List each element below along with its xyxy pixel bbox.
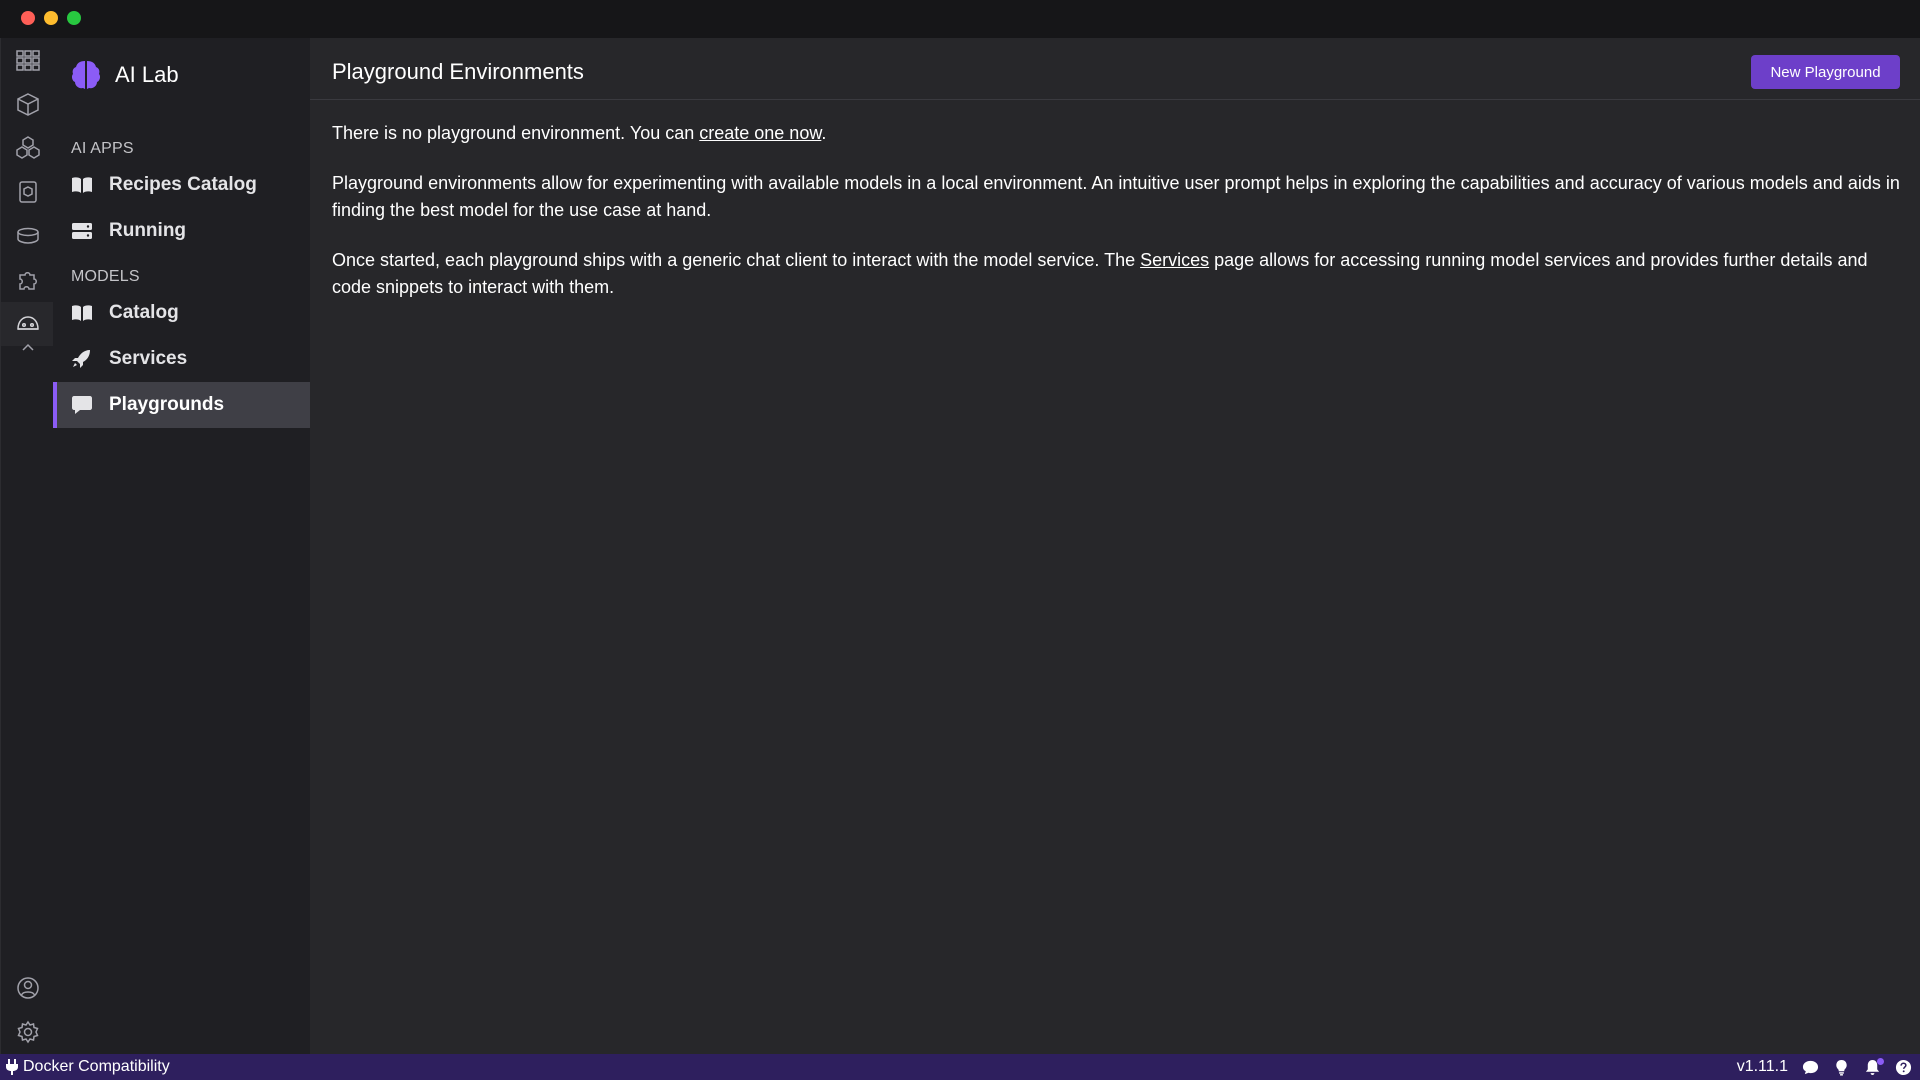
settings-icon[interactable] (1, 1010, 54, 1054)
app-title: AI Lab (115, 62, 179, 87)
create-one-now-link[interactable]: create one now (699, 123, 821, 143)
navigation-rail (0, 38, 54, 1054)
docker-compatibility-status[interactable]: Docker Compatibility (6, 1058, 170, 1076)
book-icon (71, 303, 93, 323)
images-icon[interactable] (1, 170, 54, 214)
version-label: v1.11.1 (1736, 1058, 1788, 1075)
containers-icon[interactable] (1, 82, 54, 126)
ai-lab-sidebar: AI Lab AI APPS Recipes Catalog Running M… (53, 38, 310, 1054)
app-header: AI Lab (71, 58, 179, 92)
notifications-icon[interactable] (1864, 1057, 1884, 1076)
server-icon (71, 221, 93, 241)
rocket-icon (71, 349, 93, 369)
minimize-window-button[interactable] (44, 11, 58, 25)
status-bar-right: v1.11.1 (1736, 1057, 1912, 1076)
tips-lightbulb-icon[interactable] (1833, 1059, 1850, 1076)
feedback-icon[interactable] (1802, 1059, 1819, 1076)
nav-item-label: Running (109, 220, 187, 241)
nav-item-services[interactable]: Services (53, 336, 310, 382)
extensions-icon[interactable] (1, 258, 54, 302)
volumes-icon[interactable] (1, 214, 54, 258)
notification-badge (1877, 1057, 1884, 1065)
nav-item-recipes-catalog[interactable]: Recipes Catalog (53, 162, 310, 208)
account-icon[interactable] (1, 966, 54, 1010)
pods-icon[interactable] (1, 126, 54, 170)
chat-icon (71, 395, 93, 415)
page-title: Playground Environments (332, 59, 584, 84)
services-description-start: Once started, each playground ships with… (332, 250, 1141, 270)
playground-description: Playground environments allow for experi… (332, 173, 1900, 220)
services-link[interactable]: Services (1140, 250, 1209, 270)
title-bar (0, 0, 1920, 38)
docker-compatibility-label: Docker Compatibility (23, 1058, 170, 1075)
page-header: Playground Environments New Playground (310, 38, 1920, 100)
nav-item-running[interactable]: Running (53, 208, 310, 254)
status-bar: Docker Compatibility v1.11.1 (0, 1054, 1920, 1080)
brain-logo-icon (71, 58, 101, 92)
maximize-window-button[interactable] (67, 11, 81, 25)
dashboard-icon[interactable] (1, 38, 54, 82)
nav-item-playgrounds[interactable]: Playgrounds (53, 382, 310, 428)
nav-item-label: Playgrounds (109, 394, 225, 415)
nav-item-label: Services (109, 348, 188, 369)
empty-state-text: There is no playground environment. You … (332, 123, 700, 143)
help-icon[interactable] (1895, 1059, 1912, 1076)
close-window-button[interactable] (21, 11, 35, 25)
section-label-ai-apps: AI APPS (71, 140, 134, 157)
empty-state-period: . (821, 123, 827, 143)
nav-item-label: Catalog (109, 302, 179, 323)
nav-item-label: Recipes Catalog (109, 174, 257, 195)
section-label-models: MODELS (71, 268, 140, 285)
empty-state-content: There is no playground environment. You … (332, 120, 1902, 324)
main-content: Playground Environments New Playground T… (310, 38, 1920, 1054)
empty-state-message: There is no playground environment. You … (332, 120, 1902, 147)
nav-item-catalog[interactable]: Catalog (53, 290, 310, 336)
plug-icon (6, 1059, 18, 1075)
services-description: Once started, each playground ships with… (332, 247, 1902, 301)
collapse-chevron-icon[interactable] (1, 334, 54, 362)
new-playground-button[interactable]: New Playground (1751, 55, 1900, 89)
book-icon (71, 175, 93, 195)
